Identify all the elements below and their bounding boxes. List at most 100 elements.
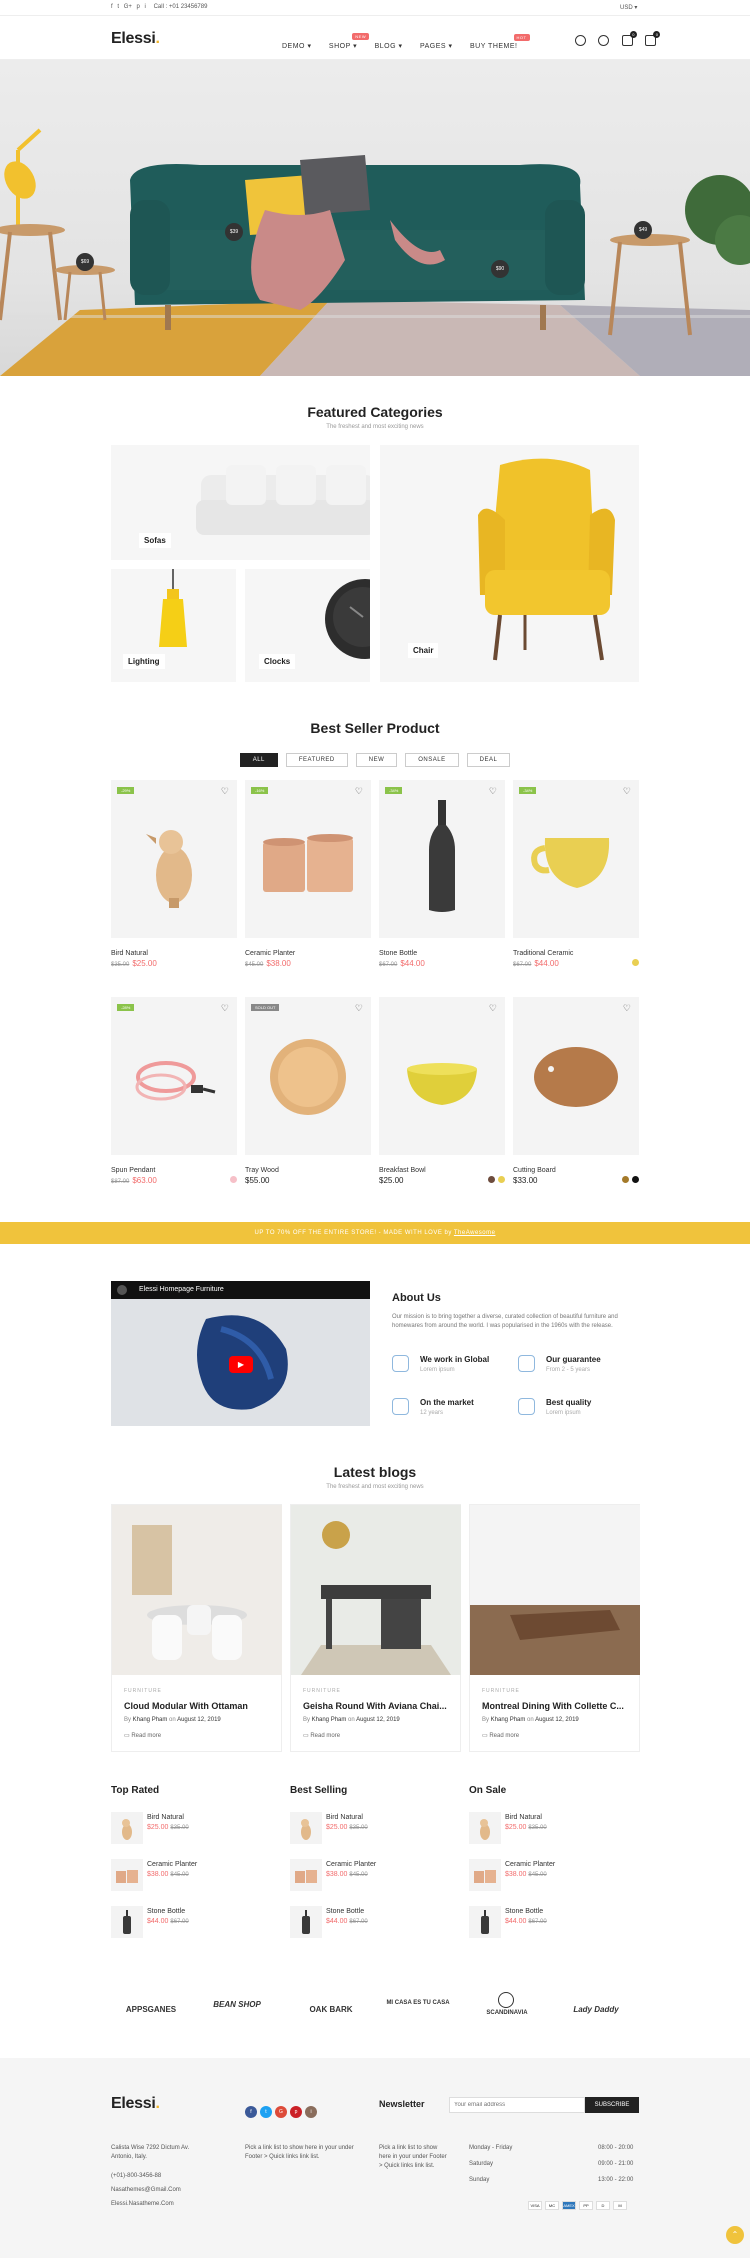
product-card[interactable]: ♡ Cutting Board $33.00 [513, 997, 639, 1185]
blog-image[interactable] [112, 1505, 282, 1675]
product-card[interactable]: -28% ♡ Spun Pendant $87.00 $63.00 [111, 997, 237, 1185]
play-icon[interactable]: ▶ [229, 1356, 253, 1373]
product-image[interactable]: ♡ [513, 997, 639, 1155]
blog-card[interactable]: FURNITURE Geisha Round With Aviana Chai.… [290, 1504, 461, 1752]
product-card[interactable]: -34% ♡ Stone Bottle $67.00 $44.00 [379, 780, 505, 968]
google-plus-icon[interactable]: G+ [124, 4, 132, 10]
category-chair[interactable]: Chair [380, 445, 639, 682]
blog-title[interactable]: Geisha Round With Aviana Chai... [303, 1701, 460, 1711]
brand-logo[interactable]: Lady Daddy [556, 2005, 636, 2014]
thumb[interactable] [290, 1906, 322, 1938]
product-image[interactable]: ♡ [379, 997, 505, 1155]
list-item[interactable]: Ceramic Planter $38.00 $45.00 [290, 1855, 470, 1895]
brand-logo[interactable]: MI CASA ES TU CASA [378, 2000, 458, 2006]
logo[interactable]: Elessi. [111, 30, 160, 48]
product-name[interactable]: Ceramic Planter [245, 950, 371, 957]
product-name[interactable]: Stone Bottle [379, 950, 505, 957]
pinterest-icon[interactable]: p [137, 4, 140, 10]
facebook-icon[interactable]: f [245, 2106, 257, 2118]
wishlist-heart-icon[interactable]: ♡ [489, 1003, 497, 1014]
thumb[interactable] [111, 1812, 143, 1844]
footer-phone[interactable]: (+01)-800-3456-88 [111, 2172, 161, 2181]
hotspot[interactable]: $39 [225, 223, 243, 241]
nav-pages[interactable]: PAGES ▾ [420, 42, 453, 50]
nav-shop[interactable]: SHOP ▾ NEW [329, 33, 370, 50]
wishlist-heart-icon[interactable]: ♡ [221, 1003, 229, 1014]
wishlist-icon[interactable]: 0 [621, 31, 637, 46]
product-card[interactable]: ♡ Breakfast Bowl $25.00 [379, 997, 505, 1185]
promo-link[interactable]: TheAwesome [454, 1230, 496, 1236]
tab-new[interactable]: NEW [355, 753, 398, 767]
color-swatch[interactable] [498, 1176, 505, 1183]
category-clocks[interactable]: Clocks [245, 569, 370, 682]
blog-image[interactable] [291, 1505, 461, 1675]
cart-icon[interactable]: 0 [645, 31, 661, 46]
tab-onsale[interactable]: ONSALE [405, 753, 459, 767]
brand-logo[interactable]: APPSGANES [111, 2005, 191, 2014]
color-swatch[interactable] [632, 959, 639, 966]
instagram-icon[interactable]: i [145, 4, 146, 10]
product-card[interactable]: -16% ♡ Ceramic Planter $45.00 $38.00 [245, 780, 371, 968]
product-card[interactable]: -34% ♡ Traditional Ceramic $67.00 $44.00 [513, 780, 639, 968]
back-to-top-button[interactable]: ⌃ [726, 2226, 744, 2244]
product-card[interactable]: SOLD OUT ♡ Tray Wood $55.00 [245, 997, 371, 1185]
product-image[interactable]: -34% ♡ [379, 780, 505, 938]
tab-deal[interactable]: DEAL [466, 753, 511, 767]
wishlist-heart-icon[interactable]: ♡ [623, 1003, 631, 1014]
subscribe-button[interactable]: SUBSCRIBE [585, 2097, 639, 2113]
product-name[interactable]: Spun Pendant [111, 1167, 237, 1174]
product-image[interactable]: SOLD OUT ♡ [245, 997, 371, 1155]
category-sofas[interactable]: Sofas [111, 445, 370, 560]
wishlist-heart-icon[interactable]: ♡ [623, 786, 631, 797]
nav-demo[interactable]: DEMO ▾ [282, 42, 311, 50]
product-name[interactable]: Cutting Board [513, 1167, 639, 1174]
thumb[interactable] [469, 1859, 501, 1891]
list-item[interactable]: Ceramic Planter $38.00 $45.00 [111, 1855, 291, 1895]
blog-card[interactable]: FURNITURE Cloud Modular With Ottaman By … [111, 1504, 282, 1752]
pinterest-icon[interactable]: p [290, 2106, 302, 2118]
tab-featured[interactable]: FEATURED [285, 753, 348, 767]
list-item[interactable]: Stone Bottle $44.00 $67.00 [469, 1902, 649, 1942]
thumb[interactable] [111, 1906, 143, 1938]
color-swatch[interactable] [632, 1176, 639, 1183]
list-item[interactable]: Bird Natural $25.00 $35.00 [290, 1808, 470, 1848]
list-item[interactable]: Ceramic Planter $38.00 $45.00 [469, 1855, 649, 1895]
blog-card[interactable]: FURNITURE Montreal Dining With Collette … [469, 1504, 640, 1752]
product-card[interactable]: -29% ♡ Bird Natural $35.00 $25.00 [111, 780, 237, 968]
product-name[interactable]: Bird Natural [111, 950, 237, 957]
product-image[interactable]: -34% ♡ [513, 780, 639, 938]
thumb[interactable] [290, 1859, 322, 1891]
user-icon[interactable] [598, 35, 610, 46]
blog-category[interactable]: FURNITURE [124, 1688, 281, 1694]
brand-logo[interactable]: BEAN SHOP [197, 2000, 277, 2009]
wishlist-heart-icon[interactable]: ♡ [221, 786, 229, 797]
product-image[interactable]: -16% ♡ [245, 780, 371, 938]
wishlist-heart-icon[interactable]: ♡ [355, 786, 363, 797]
blog-image[interactable] [470, 1505, 640, 1675]
footer-site[interactable]: Elessi.Nasatheme.Com [111, 2200, 174, 2209]
tab-all[interactable]: ALL [239, 753, 278, 767]
blog-title[interactable]: Cloud Modular With Ottaman [124, 1701, 281, 1711]
read-more-link[interactable]: ▭ Read more [303, 1732, 460, 1739]
wishlist-heart-icon[interactable]: ♡ [489, 786, 497, 797]
thumb[interactable] [290, 1812, 322, 1844]
category-lighting[interactable]: Lighting [111, 569, 236, 682]
product-name[interactable]: Traditional Ceramic [513, 950, 639, 957]
blog-title[interactable]: Montreal Dining With Collette C... [482, 1701, 639, 1711]
newsletter-email-input[interactable] [449, 2097, 585, 2113]
color-swatch[interactable] [230, 1176, 237, 1183]
brand-logo[interactable]: SCANDINAVIA [467, 2010, 547, 2016]
thumb[interactable] [469, 1812, 501, 1844]
video-player[interactable]: Elessi Homepage Furniture ▶ [111, 1281, 370, 1426]
hotspot[interactable]: $90 [491, 260, 509, 278]
currency-select[interactable]: USD ▾ [620, 4, 637, 11]
google-plus-icon[interactable]: G [275, 2106, 287, 2118]
footer-email[interactable]: Nasathemes@Gmail.Com [111, 2186, 181, 2195]
product-name[interactable]: Tray Wood [245, 1167, 371, 1174]
brand-logo[interactable]: OAK BARK [291, 2005, 371, 2014]
color-swatch[interactable] [488, 1176, 495, 1183]
list-item[interactable]: Stone Bottle $44.00 $67.00 [111, 1902, 291, 1942]
product-image[interactable]: -28% ♡ [111, 997, 237, 1155]
hotspot[interactable]: $69 [76, 253, 94, 271]
list-item[interactable]: Bird Natural $25.00 $35.00 [111, 1808, 291, 1848]
